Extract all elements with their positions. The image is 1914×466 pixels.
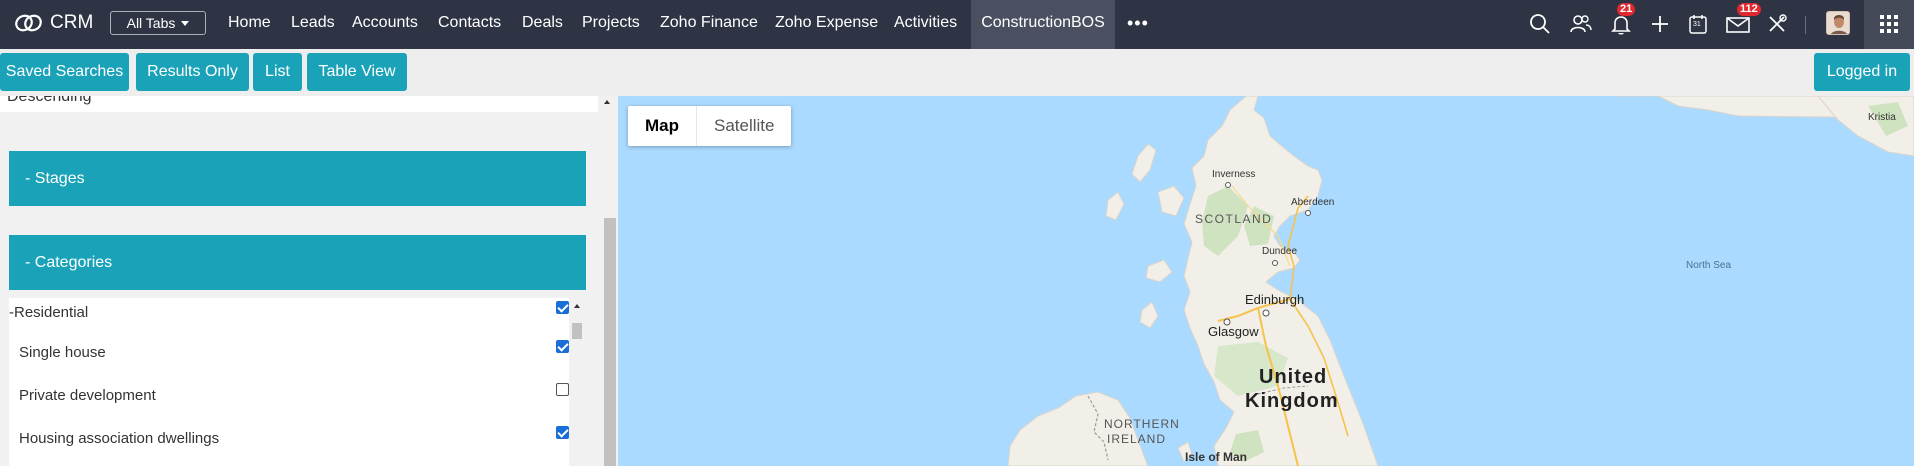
map-label-scotland: SCOTLAND — [1195, 212, 1273, 226]
map-view[interactable]: Map Satellite Kristia Inverness Aberdeen… — [618, 96, 1914, 466]
tab-activities[interactable]: Activities — [894, 0, 957, 49]
categories-list: -Residential Single house Private develo… — [9, 298, 569, 466]
app-grid-button[interactable] — [1864, 0, 1914, 49]
category-label: Single house — [19, 344, 106, 361]
tab-projects[interactable]: Projects — [582, 0, 640, 49]
map-label-isle-of-man: Isle of Man — [1185, 450, 1248, 464]
map-label-dundee: Dundee — [1262, 246, 1298, 257]
mail-button[interactable]: 112 — [1725, 3, 1761, 36]
map-label-united: United — [1259, 366, 1328, 388]
map-type-toggle: Map Satellite — [628, 106, 792, 146]
category-label: Housing association dwellings — [19, 430, 220, 447]
tab-home[interactable]: Home — [228, 0, 271, 49]
logged-in-button[interactable]: Logged in — [1814, 53, 1910, 91]
categories-scrollbar[interactable] — [571, 298, 583, 466]
app-grid-icon — [1880, 15, 1898, 33]
nav-divider — [1805, 16, 1806, 34]
top-navigation-bar: CRM All Tabs Home Leads Accounts Contact… — [0, 0, 1914, 49]
notifications-badge: 21 — [1617, 3, 1636, 16]
notifications-button[interactable]: 21 — [1609, 3, 1636, 36]
sort-order-row[interactable]: Descending — [0, 96, 598, 112]
results-only-button[interactable]: Results Only — [136, 53, 249, 91]
calendar-day: 31 — [1693, 21, 1701, 28]
crm-logo-text: CRM — [50, 12, 94, 33]
contacts-icon[interactable] — [1569, 12, 1593, 36]
map-label-north-sea: North Sea — [1686, 260, 1732, 271]
toolbar: Saved Searches Results Only List Table V… — [0, 49, 1914, 96]
map-label-glasgow: Glasgow — [1208, 324, 1259, 339]
map-label-ireland: IRELAND — [1107, 432, 1167, 446]
panel-scroll-up-icon[interactable] — [604, 100, 610, 104]
filter-panel: Descending - Stages - Categories -Reside… — [0, 96, 618, 466]
tab-leads[interactable]: Leads — [291, 0, 335, 49]
list-button[interactable]: List — [253, 53, 302, 91]
tools-icon[interactable] — [1765, 12, 1789, 36]
category-checkbox[interactable] — [556, 426, 569, 439]
table-view-button[interactable]: Table View — [307, 53, 407, 91]
crm-logo-icon — [15, 14, 42, 32]
category-label: Private development — [19, 387, 156, 404]
all-tabs-label: All Tabs — [126, 15, 176, 31]
chevron-down-icon — [181, 20, 190, 26]
sort-order-text: Descending — [7, 96, 92, 105]
aberdeen-dot — [1305, 210, 1311, 216]
map-label-kingdom: Kingdom — [1245, 390, 1339, 412]
map-label-kristi: Kristia — [1868, 112, 1896, 123]
search-icon[interactable] — [1528, 12, 1552, 36]
skye-island — [1157, 185, 1185, 217]
hebrides-island — [1131, 143, 1157, 183]
categories-scroll-thumb[interactable] — [572, 323, 582, 339]
map-label-aberdeen: Aberdeen — [1291, 197, 1335, 208]
saved-searches-button[interactable]: Saved Searches — [0, 53, 129, 91]
mull-island — [1145, 259, 1173, 283]
map-label-northern: NORTHERN — [1104, 417, 1180, 431]
tab-zoho-expense[interactable]: Zoho Expense — [775, 0, 878, 49]
dundee-dot — [1272, 260, 1278, 266]
user-photo-icon — [1827, 12, 1849, 34]
tab-zoho-finance[interactable]: Zoho Finance — [660, 0, 758, 49]
category-checkbox[interactable] — [556, 301, 569, 314]
more-tabs-icon[interactable]: ••• — [1127, 13, 1149, 34]
tab-constructionbos[interactable]: ConstructionBOS — [971, 0, 1115, 49]
all-tabs-dropdown[interactable]: All Tabs — [110, 11, 206, 35]
inverness-dot — [1225, 182, 1231, 188]
edinburgh-dot — [1262, 309, 1270, 317]
panel-scroll-thumb[interactable] — [604, 218, 616, 466]
plus-icon[interactable] — [1648, 12, 1672, 36]
tab-accounts[interactable]: Accounts — [352, 0, 418, 49]
stages-section-header[interactable]: - Stages — [9, 151, 586, 206]
categories-scroll-up-icon[interactable] — [574, 304, 580, 308]
tab-deals[interactable]: Deals — [522, 0, 563, 49]
islay-island — [1139, 301, 1159, 329]
category-label: -Residential — [9, 304, 89, 321]
map-label-inverness: Inverness — [1212, 169, 1256, 180]
tab-contacts[interactable]: Contacts — [438, 0, 501, 49]
mail-badge: 112 — [1737, 3, 1761, 16]
category-checkbox[interactable] — [556, 340, 569, 353]
crm-logo[interactable]: CRM — [14, 11, 93, 35]
map-type-satellite-button[interactable]: Satellite — [697, 106, 791, 146]
map-type-map-button[interactable]: Map — [628, 106, 697, 146]
map-label-edinburgh: Edinburgh — [1245, 292, 1305, 307]
category-checkbox[interactable] — [556, 383, 569, 396]
calendar-button[interactable]: 31 — [1686, 12, 1710, 36]
avatar[interactable] — [1826, 11, 1850, 35]
categories-section-header[interactable]: - Categories — [9, 235, 586, 290]
hebrides-island — [1105, 191, 1125, 221]
